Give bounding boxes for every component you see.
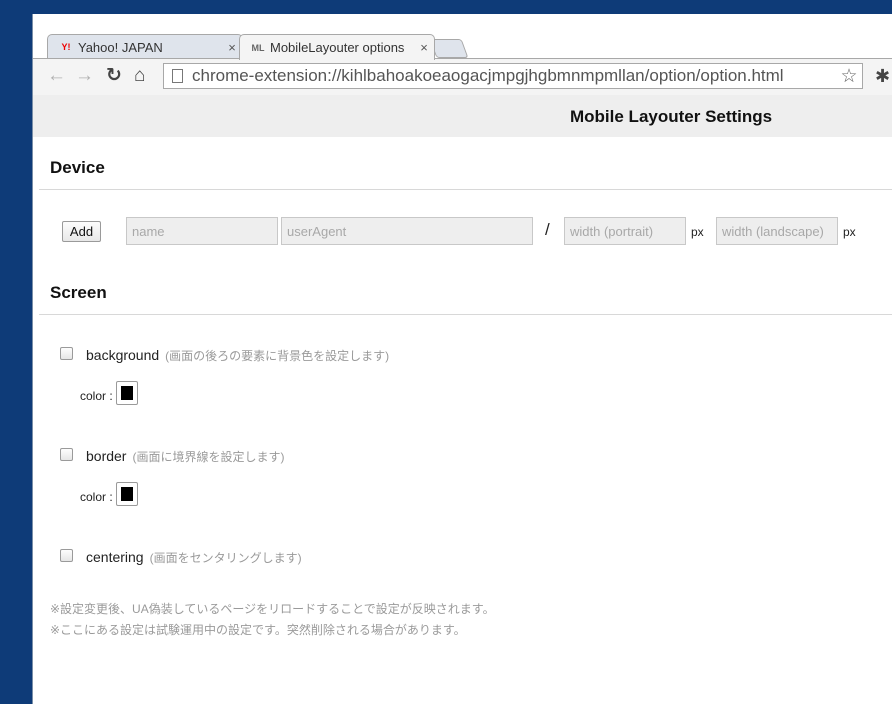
background-color-picker[interactable] [116, 381, 138, 405]
page-title: Mobile Layouter Settings [570, 107, 773, 126]
tab-yahoo-japan[interactable]: Y! Yahoo! JAPAN × [47, 34, 243, 59]
extension-bug-icon[interactable]: ✱ [875, 66, 890, 87]
border-description: (画面に境界線を設定します) [132, 450, 285, 464]
width-landscape-input[interactable] [716, 217, 838, 245]
note-reload: ※設定変更後、UA偽装しているページをリロードすることで設定が反映されます。 [50, 602, 495, 616]
divider [39, 189, 892, 190]
separator-slash: / [545, 220, 550, 239]
portrait-unit: px [691, 225, 704, 239]
address-bar[interactable]: chrome-extension://kihlbahoakoeaogacjmpg… [163, 63, 863, 89]
background-description: (画面の後ろの要素に背景色を設定します) [165, 349, 390, 363]
color-swatch [121, 487, 133, 501]
tab-mobilelayouter-options[interactable]: ML MobileLayouter options × [239, 34, 435, 60]
home-icon[interactable]: ⌂ [134, 65, 145, 87]
back-arrow-icon[interactable]: ← [47, 65, 66, 87]
add-device-button[interactable]: Add [62, 221, 101, 242]
mobilelayouter-favicon-icon: ML [251, 42, 265, 53]
centering-description: (画面をセンタリングします) [149, 551, 302, 565]
background-label: background [86, 347, 160, 363]
device-heading: Device [50, 158, 105, 177]
background-option: background (画面の後ろの要素に背景色を設定します) [86, 347, 389, 364]
tab-close-icon[interactable]: × [414, 40, 434, 55]
tab-label: MobileLayouter options [270, 40, 405, 55]
browser-window: Y! Yahoo! JAPAN × ML MobileLayouter opti… [32, 14, 892, 704]
background-checkbox[interactable] [60, 347, 73, 360]
centering-label: centering [86, 549, 144, 565]
tab-label: Yahoo! JAPAN [78, 39, 163, 55]
note-experimental: ※ここにある設定は試験運用中の設定です。突然削除される場合があります。 [50, 623, 466, 637]
centering-checkbox[interactable] [60, 549, 73, 562]
new-tab-button[interactable] [429, 39, 469, 58]
yahoo-favicon-icon: Y! [61, 42, 71, 52]
screen-heading: Screen [50, 283, 107, 302]
bookmark-star-icon[interactable]: ☆ [836, 65, 862, 88]
reload-icon[interactable]: ↻ [106, 65, 122, 87]
tab-strip: Y! Yahoo! JAPAN × ML MobileLayouter opti… [33, 14, 892, 60]
device-name-input[interactable] [126, 217, 278, 245]
page-icon [172, 69, 183, 83]
border-color-label: color : [80, 490, 113, 504]
url-text[interactable]: chrome-extension://kihlbahoakoeaogacjmpg… [192, 66, 836, 86]
divider [39, 314, 892, 315]
landscape-unit: px [843, 225, 856, 239]
border-checkbox[interactable] [60, 448, 73, 461]
forward-arrow-icon[interactable]: → [75, 65, 94, 87]
browser-toolbar: ← → ↻ ⌂ chrome-extension://kihlbahoakoea… [33, 58, 892, 95]
centering-option: centering (画面をセンタリングします) [86, 549, 302, 566]
border-color-picker[interactable] [116, 482, 138, 506]
border-option: border (画面に境界線を設定します) [86, 448, 284, 465]
user-agent-input[interactable] [281, 217, 533, 245]
border-label: border [86, 448, 127, 464]
settings-header: Mobile Layouter Settings [33, 95, 892, 137]
width-portrait-input[interactable] [564, 217, 686, 245]
color-swatch [121, 386, 133, 400]
background-color-label: color : [80, 389, 113, 403]
